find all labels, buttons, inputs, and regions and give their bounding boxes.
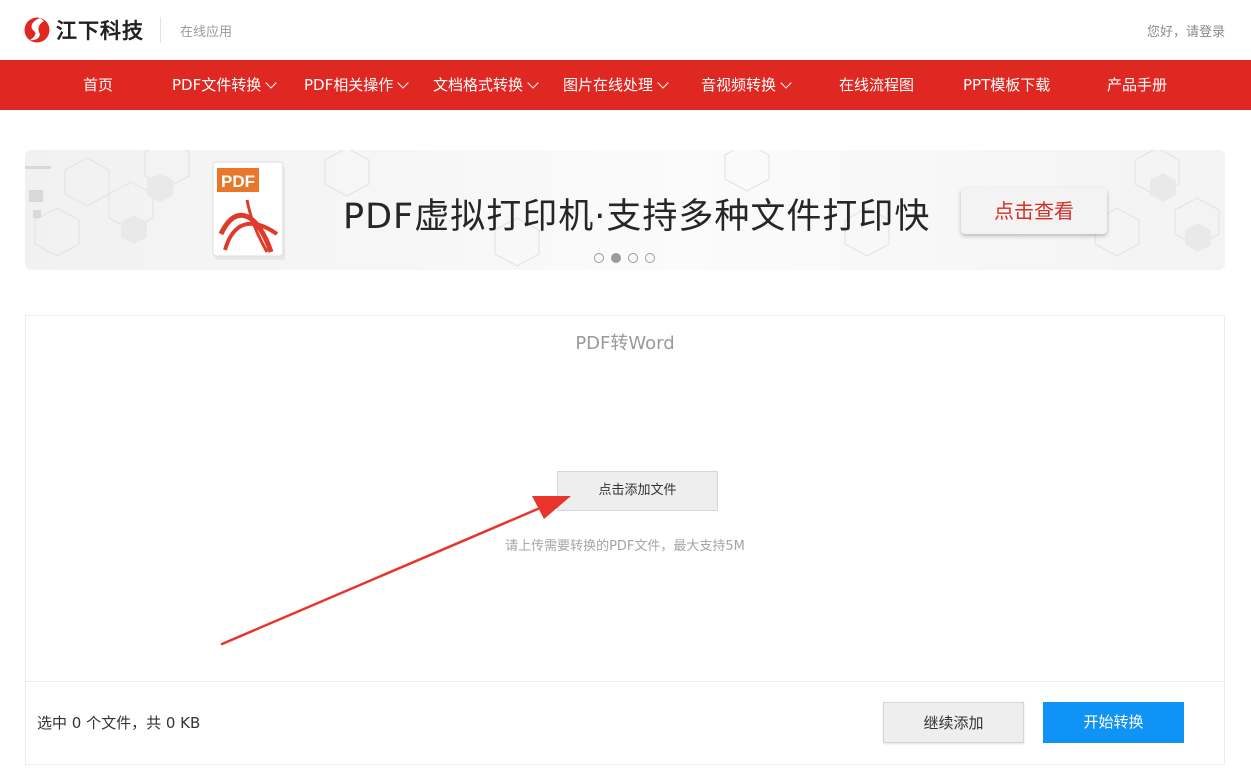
chevron-down-icon [397, 76, 409, 89]
nav-item-label: PPT模板下载 [963, 76, 1051, 94]
carousel-dot-3[interactable] [628, 253, 638, 263]
start-convert-button[interactable]: 开始转换 [1043, 702, 1184, 743]
carousel-dot-4[interactable] [645, 253, 655, 263]
nav-item-label: 文档格式转换 [433, 76, 524, 94]
brand-subtitle: 在线应用 [180, 25, 233, 40]
continue-add-button[interactable]: 继续添加 [883, 702, 1024, 743]
nav-item-image-processing[interactable]: 图片在线处理 [563, 60, 669, 110]
nav-item-doc-format[interactable]: 文档格式转换 [433, 60, 539, 110]
nav-item-label: 产品手册 [1107, 76, 1168, 94]
nav-item-label: PDF文件转换 [172, 76, 262, 94]
panel-divider [26, 681, 1224, 682]
upload-panel: PDF转Word 点击添加文件 请上传需要转换的PDF文件，最大支持5M 选中 … [25, 315, 1225, 765]
brand-name: 江下科技 [56, 19, 144, 43]
chevron-down-icon [265, 76, 277, 89]
promo-banner[interactable]: PDF PDF虚拟打印机·支持多种文件打印快 点击查看 [25, 150, 1225, 270]
brand-logo[interactable]: 江下科技 [24, 14, 144, 46]
nav-item-audio-video[interactable]: 音视频转换 [701, 60, 792, 110]
chevron-down-icon [657, 76, 669, 89]
logo-icon [24, 17, 50, 43]
pdf-document-icon: PDF [212, 161, 285, 260]
view-details-button[interactable]: 点击查看 [961, 188, 1107, 234]
nav-item-flowchart[interactable]: 在线流程图 [839, 60, 914, 110]
nav-item-pdf-convert[interactable]: PDF文件转换 [172, 60, 277, 110]
brand-divider [160, 17, 161, 43]
nav-item-label: 首页 [83, 76, 114, 94]
nav-item-ppt-templates[interactable]: PPT模板下载 [963, 60, 1050, 110]
add-file-button[interactable]: 点击添加文件 [557, 471, 718, 511]
carousel-dots [594, 253, 655, 263]
nav-item-label: 图片在线处理 [563, 76, 654, 94]
nav-item-pdf-operations[interactable]: PDF相关操作 [304, 60, 409, 110]
carousel-dot-2[interactable] [611, 253, 621, 263]
panel-title: PDF转Word [575, 333, 675, 354]
nav-item-label: 音视频转换 [701, 76, 777, 94]
pdf-label: PDF [221, 172, 255, 191]
upload-hint: 请上传需要转换的PDF文件，最大支持5M [505, 539, 745, 554]
banner-title: PDF虚拟打印机·支持多种文件打印快 [343, 197, 931, 237]
nav-item-home[interactable]: 首页 [83, 60, 113, 110]
carousel-dot-1[interactable] [594, 253, 604, 263]
top-header: 江下科技 在线应用 您好，请登录 [0, 0, 1251, 60]
chevron-down-icon [527, 76, 539, 89]
login-link[interactable]: 您好，请登录 [1147, 21, 1225, 40]
chevron-down-icon [780, 76, 792, 89]
nav-item-manual[interactable]: 产品手册 [1107, 60, 1167, 110]
file-selection-status: 选中 0 个文件，共 0 KB [37, 714, 201, 732]
main-nav: 首页 PDF文件转换 PDF相关操作 文档格式转换 图片在线处理 音视频转换 在… [0, 60, 1251, 110]
nav-item-label: PDF相关操作 [304, 76, 394, 94]
nav-item-label: 在线流程图 [839, 76, 915, 94]
